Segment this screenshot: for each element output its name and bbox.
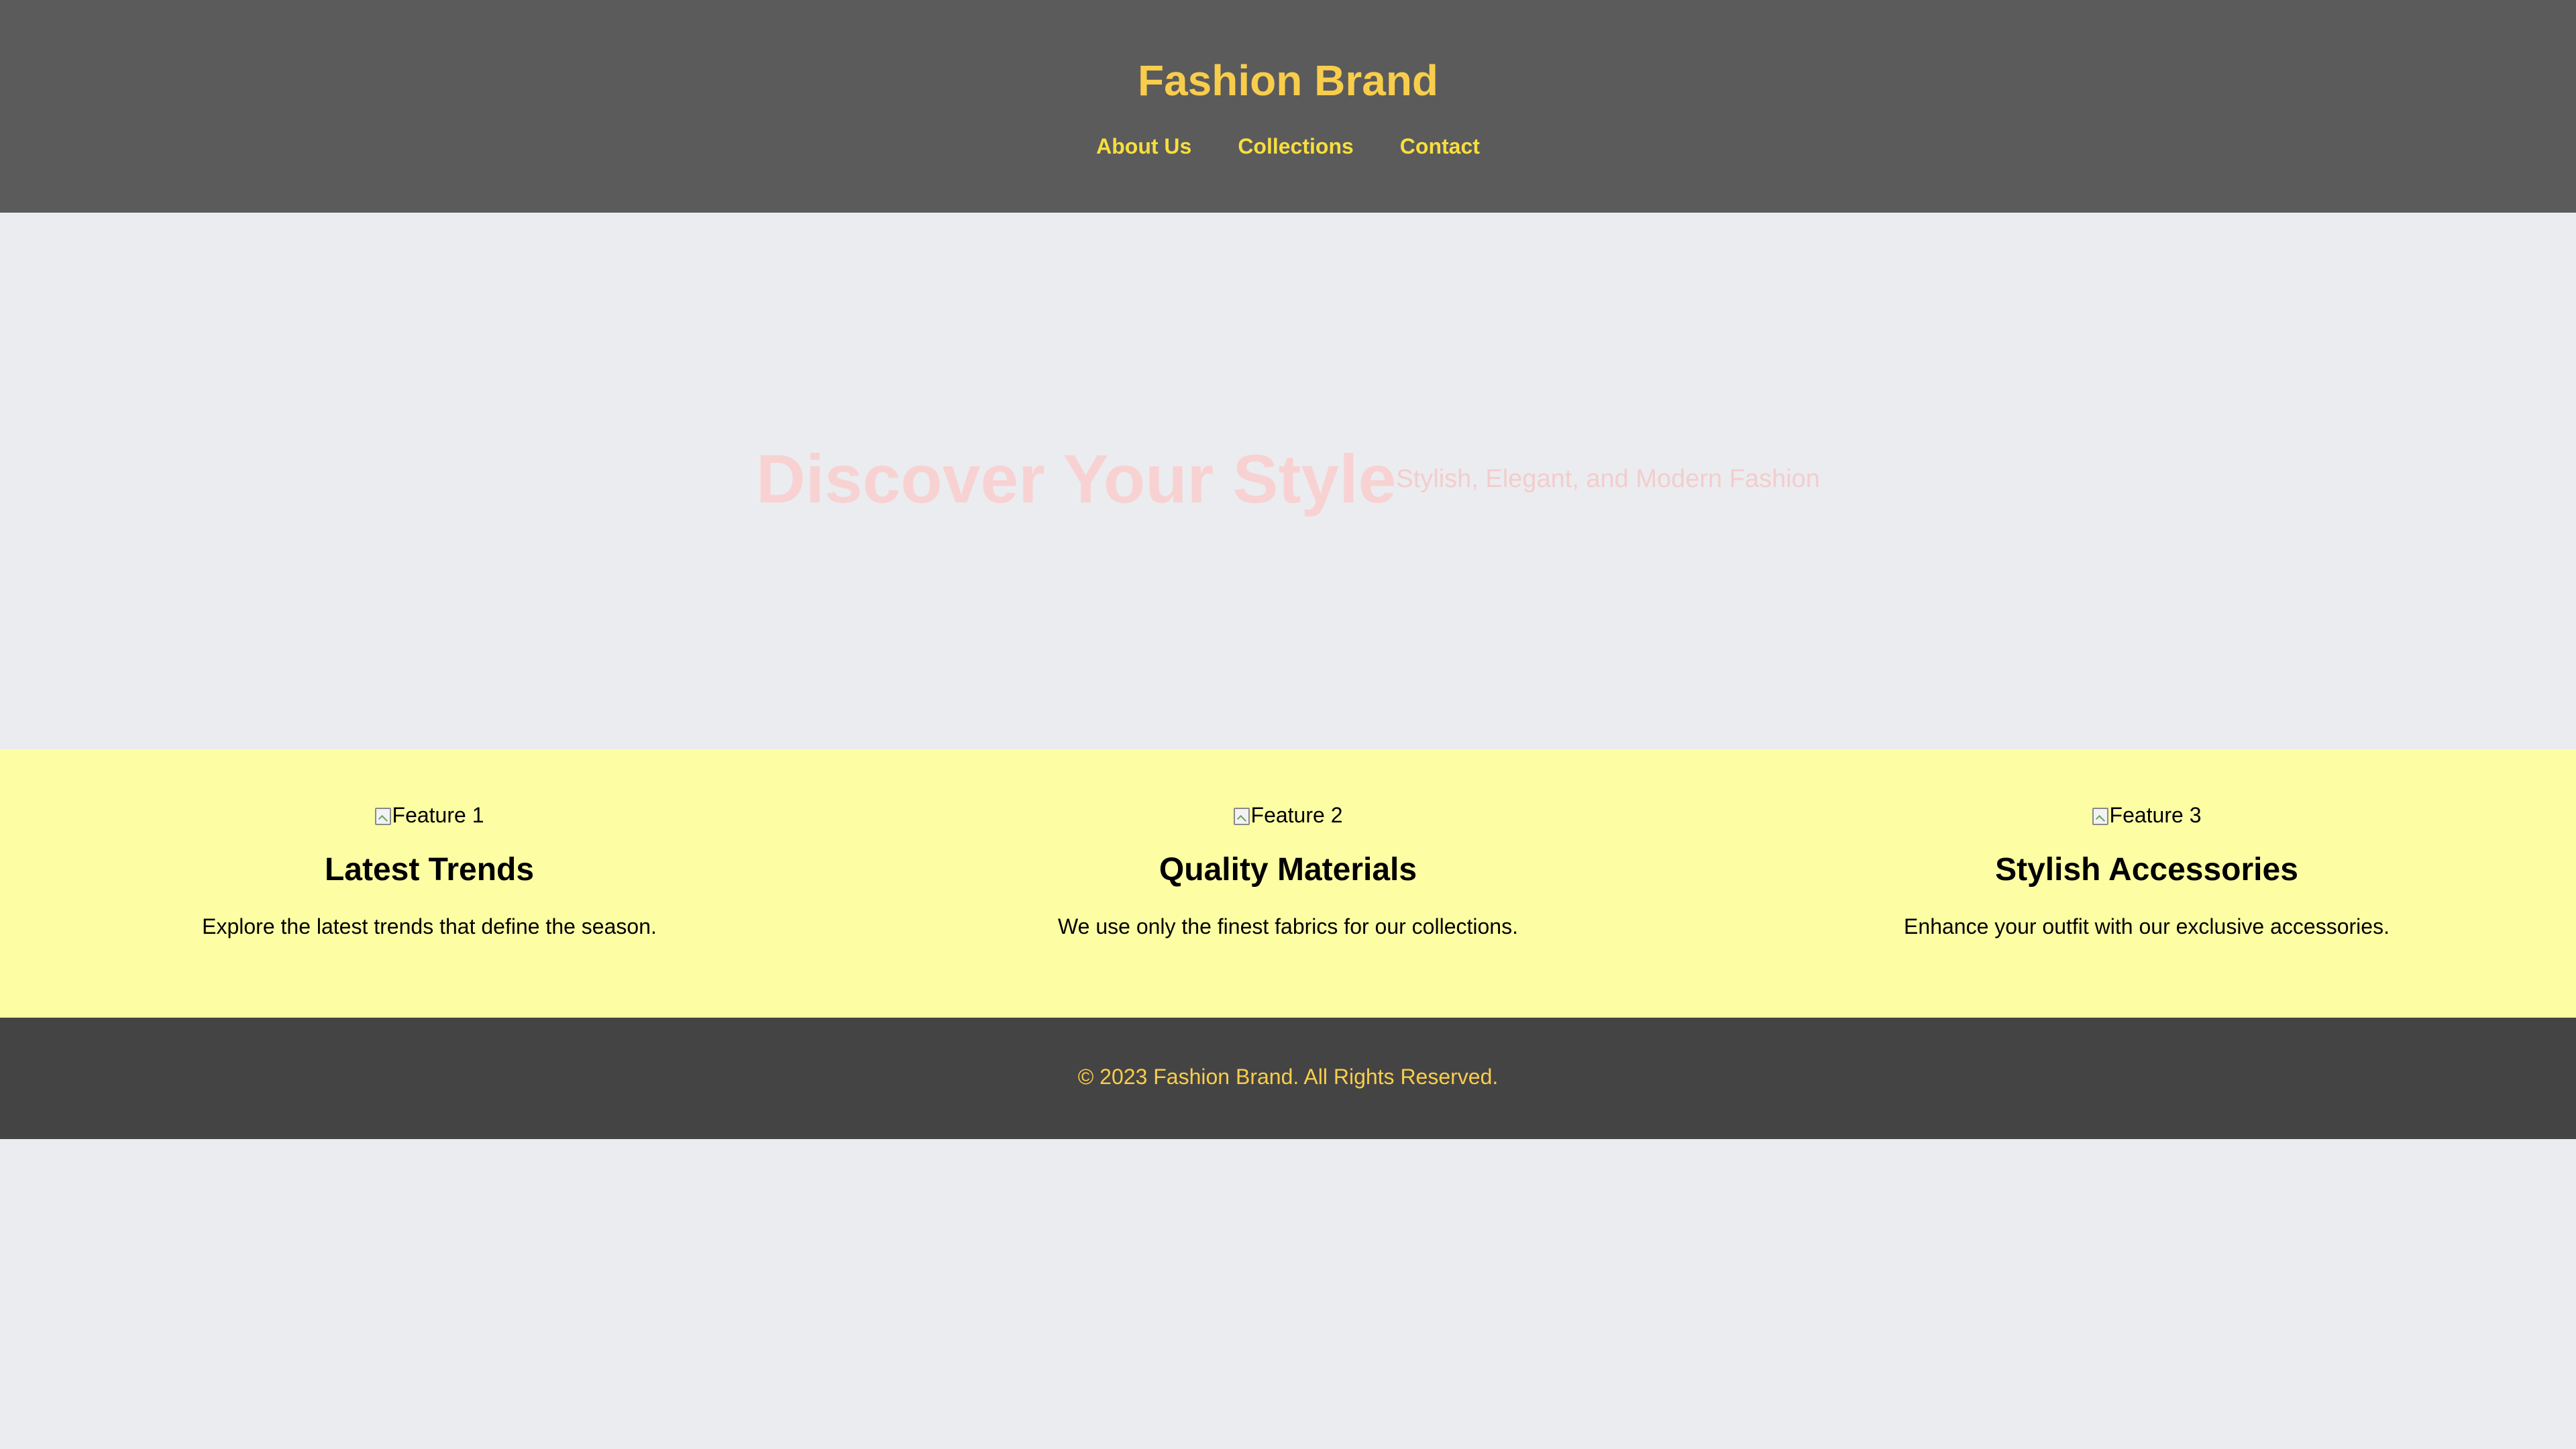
- feature-image-alt: Feature 2: [1250, 803, 1343, 827]
- features-section: Feature 1 Latest Trends Explore the late…: [0, 749, 2576, 1018]
- brand-title: Fashion Brand: [1137, 56, 1439, 105]
- nav-link-contact[interactable]: Contact: [1400, 131, 1480, 161]
- feature-image-1: Feature 1: [0, 802, 859, 828]
- hero-subtitle: Stylish, Elegant, and Modern Fashion: [1396, 465, 1820, 493]
- feature-title: Stylish Accessories: [1995, 852, 2298, 888]
- hero-title: Discover Your Style: [756, 441, 1397, 517]
- feature-image-alt: Feature 1: [392, 803, 484, 827]
- nav-link-collections[interactable]: Collections: [1238, 131, 1353, 161]
- broken-image-icon: [1233, 808, 1250, 825]
- site-footer: © 2023 Fashion Brand. All Rights Reserve…: [0, 1018, 2576, 1139]
- feature-image-alt: Feature 3: [2109, 803, 2202, 827]
- feature-card-2: Feature 2 Quality Materials We use only …: [859, 749, 1717, 1018]
- nav-link-about-us[interactable]: About Us: [1096, 131, 1191, 161]
- footer-copyright: © 2023 Fashion Brand. All Rights Reserve…: [1077, 1065, 1499, 1089]
- broken-image-icon: [374, 808, 391, 825]
- feature-title: Quality Materials: [1159, 852, 1417, 888]
- hero-section: Discover Your Style Stylish, Elegant, an…: [0, 213, 2576, 749]
- feature-title: Latest Trends: [324, 852, 535, 888]
- feature-card-3: Feature 3 Stylish Accessories Enhance yo…: [1717, 749, 2576, 1018]
- feature-description: Explore the latest trends that define th…: [202, 914, 657, 938]
- feature-image-2: Feature 2: [859, 802, 1717, 828]
- feature-description: Enhance your outfit with our exclusive a…: [1904, 914, 2390, 938]
- main-nav: About Us Collections Contact: [0, 131, 2576, 161]
- feature-description: We use only the finest fabrics for our c…: [1058, 914, 1518, 938]
- feature-image-3: Feature 3: [1717, 802, 2576, 828]
- site-header: Fashion Brand About Us Collections Conta…: [0, 0, 2576, 213]
- feature-card-1: Feature 1 Latest Trends Explore the late…: [0, 749, 859, 1018]
- hero-content: Discover Your Style Stylish, Elegant, an…: [0, 439, 2576, 519]
- broken-image-icon: [2092, 808, 2108, 825]
